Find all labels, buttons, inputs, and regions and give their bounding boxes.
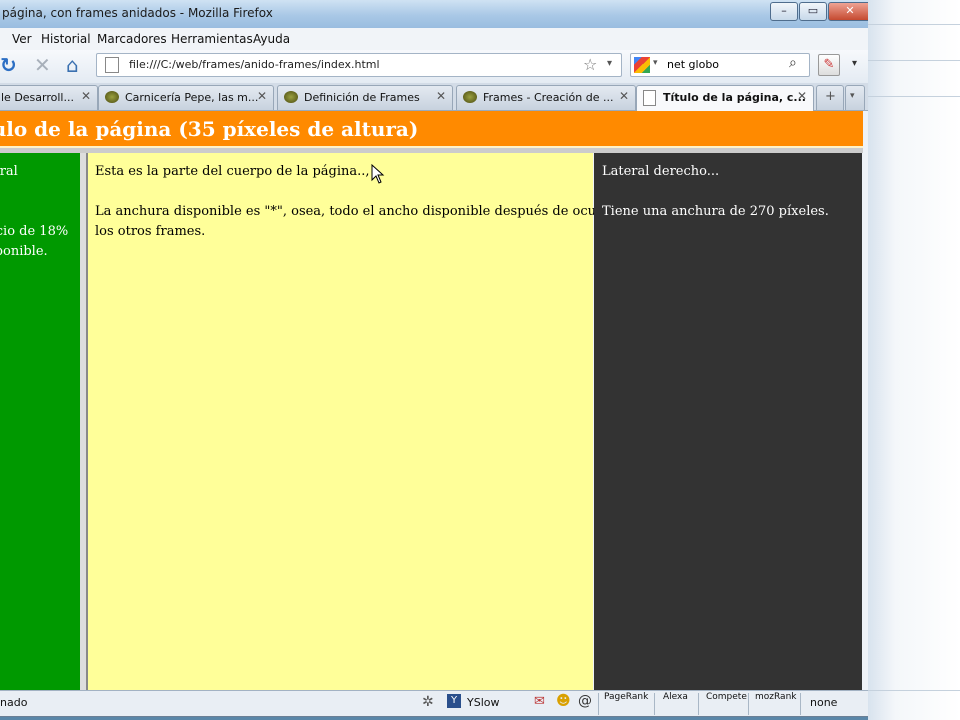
engine-dropdown-icon[interactable]: ▾: [653, 58, 658, 68]
tab-close-icon[interactable]: ✕: [619, 89, 629, 103]
tab-close-icon[interactable]: ✕: [436, 89, 446, 103]
main-frame-line-1: Esta es la parte del cuerpo de la página…: [95, 164, 370, 179]
status-divider: [598, 693, 599, 715]
toolbar-overflow-icon[interactable]: ▾: [852, 58, 857, 69]
window-controls: – ▭ ✕: [770, 2, 868, 21]
maximize-button[interactable]: ▭: [799, 2, 827, 21]
yslow-label[interactable]: YSlow: [467, 696, 499, 709]
status-divider: [698, 693, 699, 715]
tab-close-icon[interactable]: ✕: [257, 89, 267, 103]
new-tab-icon: +: [825, 89, 836, 104]
status-divider: [654, 693, 655, 715]
left-frame: eral acio de 18% sponible.: [0, 153, 80, 690]
menu-bar: Ver Historial Marcadores Herramientas Ay…: [0, 28, 868, 50]
frame-border-left[interactable]: [80, 153, 88, 690]
mozrank-label[interactable]: mozRank: [755, 692, 796, 702]
yslow-icon[interactable]: Y: [447, 694, 461, 708]
main-frame: Esta es la parte del cuerpo de la página…: [88, 153, 618, 690]
background-line: [868, 60, 960, 61]
tab-close-icon[interactable]: ✕: [797, 89, 807, 103]
tab-definicion-frames[interactable]: Definición de Frames ✕: [277, 85, 453, 110]
tab-list-button[interactable]: ▾: [845, 85, 865, 110]
search-magnifier-icon[interactable]: ⌕: [789, 55, 797, 71]
toolbar-addon-icon[interactable]: ✎: [818, 54, 840, 76]
window-title: página, con frames anidados - Mozilla Fi…: [2, 6, 273, 20]
tab-strip: le Desarroll... ✕ Carnicería Pepe, las m…: [0, 83, 868, 111]
right-frame-line-2: Tiene una anchura de 270 píxeles.: [602, 204, 829, 219]
menu-ayuda[interactable]: Ayuda: [253, 32, 290, 46]
url-text: file:///C:/web/frames/anido-frames/index…: [129, 58, 380, 71]
alexa-label[interactable]: Alexa: [663, 692, 688, 702]
search-box[interactable]: ▾ net globo ⌕: [630, 53, 810, 77]
tab-carniceria[interactable]: Carnicería Pepe, las m... ✕: [98, 85, 274, 110]
tab-list-icon: ▾: [850, 91, 855, 101]
tab-close-icon[interactable]: ✕: [81, 89, 91, 103]
status-divider: [748, 693, 749, 715]
main-frame-line-3: los otros frames.: [95, 224, 206, 239]
bookmark-star-icon[interactable]: ☆: [583, 55, 597, 74]
pagerank-label[interactable]: PageRank: [604, 692, 648, 702]
page-icon: [105, 57, 119, 73]
right-frame-line-1: Lateral derecho...: [602, 164, 720, 179]
reload-icon[interactable]: ↻: [0, 54, 17, 76]
url-bar[interactable]: file:///C:/web/frames/anido-frames/index…: [96, 53, 622, 77]
left-frame-line-2: acio de 18%: [0, 224, 69, 239]
browser-window: página, con frames anidados - Mozilla Fi…: [0, 0, 869, 717]
tab-favicon-icon: [105, 91, 119, 103]
tab-page-icon: [643, 90, 656, 106]
background-window: [868, 0, 960, 720]
stop-icon[interactable]: ✕: [34, 54, 51, 76]
top-frame-title: Título de la página (35 píxeles de altur…: [0, 117, 419, 141]
background-line: [868, 96, 960, 97]
tab-titulo-pagina[interactable]: Título de la página, c... ✕: [636, 85, 814, 111]
status-bar: nado ✲ Y YSlow ✉ ☻ @ PageRank Alexa Comp…: [0, 690, 868, 716]
left-frame-line-1: eral: [0, 164, 18, 179]
status-text: nado: [0, 696, 28, 709]
history-dropdown-icon[interactable]: ▾: [607, 58, 612, 69]
tool-icon[interactable]: ✉: [534, 694, 545, 709]
google-engine-icon[interactable]: [634, 57, 650, 73]
status-divider: [800, 693, 801, 715]
tab-frames-creacion[interactable]: Frames - Creación de ... ✕: [456, 85, 636, 110]
tab-favicon-icon: [463, 91, 477, 103]
menu-herramientas[interactable]: Herramientas: [171, 32, 253, 46]
minimize-button[interactable]: –: [770, 2, 798, 21]
menu-historial[interactable]: Historial: [41, 32, 91, 46]
mouse-cursor-icon: [371, 164, 385, 184]
new-tab-button[interactable]: +: [816, 85, 844, 110]
close-button[interactable]: ✕: [828, 2, 868, 21]
left-frame-line-3: sponible.: [0, 244, 48, 259]
menu-marcadores[interactable]: Marcadores: [97, 32, 167, 46]
right-frame: Lateral derecho... Tiene una anchura de …: [594, 153, 862, 690]
main-frame-line-2: La anchura disponible es "*", osea, todo…: [95, 204, 619, 219]
background-line: [868, 690, 960, 691]
background-line: [868, 24, 960, 25]
navigation-toolbar: ↻ ✕ ⌂ file:///C:/web/frames/anido-frames…: [0, 50, 868, 83]
title-bar: página, con frames anidados - Mozilla Fi…: [0, 0, 868, 28]
search-input[interactable]: net globo: [667, 58, 719, 71]
at-sign-icon[interactable]: @: [578, 693, 592, 709]
tab-desarrollo[interactable]: le Desarroll... ✕: [0, 85, 98, 110]
addon-face-icon[interactable]: ☻: [556, 693, 571, 709]
compete-label[interactable]: Compete: [706, 692, 747, 702]
status-value: none: [810, 696, 838, 709]
tab-favicon-icon: [284, 91, 298, 103]
top-frame: Título de la página (35 píxeles de altur…: [0, 111, 863, 148]
firebug-icon[interactable]: ✲: [422, 694, 434, 710]
home-icon[interactable]: ⌂: [66, 54, 79, 76]
menu-ver[interactable]: Ver: [12, 32, 32, 46]
